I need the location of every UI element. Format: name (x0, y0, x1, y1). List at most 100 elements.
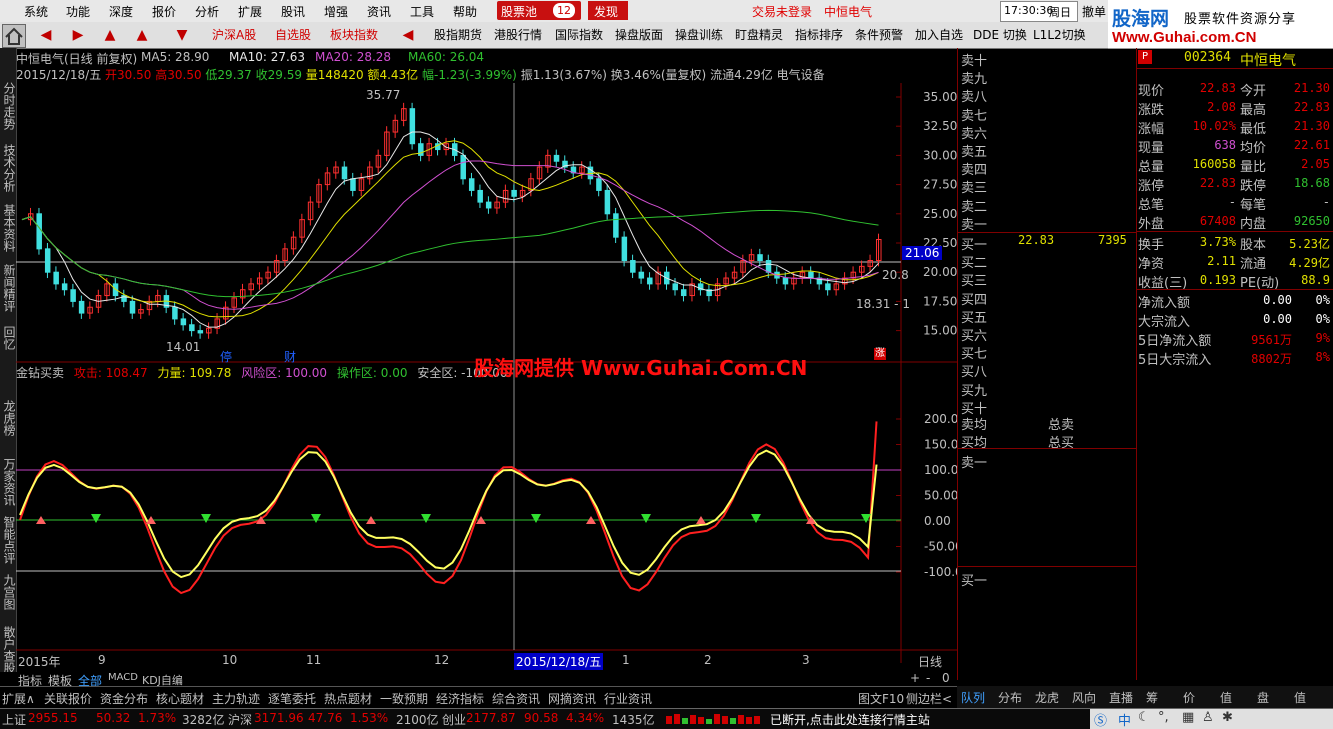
cy-label[interactable]: 创业 (442, 711, 466, 728)
sidebar-toggle[interactable]: 侧边栏< (906, 690, 952, 707)
current-price-label: 21.06 (905, 246, 940, 260)
tab-dragon-tiger[interactable]: 龙虎榜 (1, 400, 16, 436)
right-tab[interactable]: 值 (1220, 689, 1232, 706)
tab-related-quote[interactable]: 关联报价 (44, 690, 92, 707)
chart-area[interactable]: 中恒电气(日线 前复权) MA5: 28.90 MA10: 27.63 MA20… (16, 48, 957, 680)
finance-mark[interactable]: 财 (284, 348, 296, 365)
toolbar-index-futures[interactable]: 股指期货 (434, 26, 482, 44)
menu-stock-news[interactable]: 股讯 (281, 3, 305, 20)
tab-main-force[interactable]: 主力轨迹 (212, 690, 260, 707)
left-arrow-icon[interactable]: ◀ (398, 25, 418, 45)
zoom-reset-button[interactable]: 0 (942, 671, 950, 685)
f10-button[interactable]: 图文F10 (858, 690, 904, 707)
menu-help[interactable]: 帮助 (453, 3, 477, 20)
buy-level-label: 买八 (961, 365, 988, 381)
toolbar-hk[interactable]: 港股行情 (494, 26, 542, 44)
indicator-name[interactable]: 金钻买卖 (16, 366, 64, 380)
menu-system[interactable]: 系统 (24, 3, 48, 20)
right-tab[interactable]: 筹 (1146, 689, 1158, 706)
tray-keyboard-icon[interactable]: ▦ (1182, 710, 1194, 725)
menu-tools[interactable]: 工具 (410, 3, 434, 20)
toolbar-l1l2[interactable]: L1L2切换 (1033, 26, 1086, 44)
tab-composite-info[interactable]: 综合资讯 (492, 690, 540, 707)
tab-web-digest[interactable]: 网摘资讯 (548, 690, 596, 707)
tab-hot-theme[interactable]: 热点题材 (324, 690, 372, 707)
date-label-2: 2 (704, 653, 712, 667)
right-tab[interactable]: 直播 (1109, 689, 1133, 706)
candle-body (604, 189, 611, 215)
tab-extend[interactable]: 扩展∧ (2, 690, 35, 707)
menu-depth[interactable]: 深度 (109, 3, 133, 20)
toolbar-dde[interactable]: DDE 切换 (973, 26, 1027, 44)
stock-name: 中恒电气 (1240, 53, 1296, 69)
tab-news-review[interactable]: 新闻精评 (1, 264, 16, 312)
menu-info[interactable]: 资讯 (367, 3, 391, 20)
tab-wanjia-info[interactable]: 万家资讯 (1, 458, 16, 506)
sh-label[interactable]: 上证 (2, 711, 26, 728)
stock-pool-button[interactable]: 股票池 12 (497, 1, 581, 20)
toolbar-intl-index[interactable]: 国际指数 (555, 26, 603, 44)
hs-label[interactable]: 沪深 (228, 711, 252, 728)
toolbar-training[interactable]: 操盘训练 (675, 26, 723, 44)
connection-message[interactable]: 已断开,点击此处连接行情主站 (770, 711, 930, 728)
tab-core-theme[interactable]: 核心题材 (156, 690, 204, 707)
tray-moon-icon[interactable]: ☾ (1138, 710, 1150, 725)
ma60-line (21, 209, 879, 298)
tray-zh-icon[interactable]: 中 (1118, 710, 1131, 729)
tray-settings-icon[interactable]: ✱ (1222, 710, 1233, 725)
up-arrow2-icon[interactable]: ▲ (132, 25, 152, 45)
indicator-attack: 攻击: 108.47 (73, 366, 148, 380)
up-arrow-icon[interactable]: ▲ (100, 25, 120, 45)
zoom-in-button[interactable]: + (910, 671, 920, 685)
tray-user-icon[interactable]: ♙ (1202, 710, 1214, 725)
right-tab[interactable]: 风向 (1072, 689, 1096, 706)
right-tab[interactable]: 值 (1294, 689, 1306, 706)
right-tab[interactable]: 分布 (998, 689, 1022, 706)
cancel-order-menu[interactable]: 撤单 (1082, 3, 1106, 20)
tab-consensus[interactable]: 一致预期 (380, 690, 428, 707)
right-tab[interactable]: 龙虎 (1035, 689, 1059, 706)
zoom-out-button[interactable]: - (926, 671, 930, 685)
tray-comma-icon[interactable]: °, (1158, 710, 1169, 725)
tab-technical[interactable]: 技术分析 (1, 144, 16, 192)
toolbar-shsz-a[interactable]: 沪深A股 (212, 26, 256, 44)
indicator-header: 金钻买卖 攻击: 108.47 力量: 109.78 风险区: 100.00 操… (16, 364, 508, 381)
menu-function[interactable]: 功能 (66, 3, 90, 20)
tab-fund-dist[interactable]: 资金分布 (100, 690, 148, 707)
tab-retail-query[interactable]: 散户查股 (1, 626, 16, 674)
toolbar-sector-index[interactable]: 板块指数 (330, 26, 378, 44)
menu-extend[interactable]: 扩展 (238, 3, 262, 20)
right-tab[interactable]: 队列 (961, 689, 985, 706)
tab-industry[interactable]: 行业资讯 (604, 690, 652, 707)
tab-memory[interactable]: 回忆 (1, 326, 16, 350)
login-status[interactable]: 交易未登录 (752, 3, 812, 20)
tab-nine-grid[interactable]: 九宫图 (1, 574, 16, 610)
home-button[interactable] (2, 24, 26, 48)
menu-analysis[interactable]: 分析 (195, 3, 219, 20)
forward-arrow-icon[interactable]: ▶ (68, 25, 88, 45)
toolbar-alert[interactable]: 条件预警 (855, 26, 903, 44)
right-tab[interactable]: 价 (1183, 689, 1195, 706)
discover-button[interactable]: 发现 (588, 1, 628, 20)
toolbar-layout[interactable]: 操盘版面 (615, 26, 663, 44)
back-arrow-icon[interactable]: ◀ (36, 25, 56, 45)
tab-fundamentals[interactable]: 基本资料 (1, 204, 16, 252)
flow-value: 0.00 (1263, 312, 1292, 326)
tab-order-detail[interactable]: 逐笔委托 (268, 690, 316, 707)
suspend-mark[interactable]: 停 (220, 348, 232, 365)
toolbar-watchlist[interactable]: 自选股 (275, 26, 311, 44)
down-arrow-icon[interactable]: ▼ (172, 25, 192, 45)
period-label[interactable]: 日线 (918, 653, 942, 670)
menu-enhance[interactable]: 增强 (324, 3, 348, 20)
tab-smart-review[interactable]: 智能点评 (1, 516, 16, 564)
toolbar-monitor[interactable]: 盯盘精灵 (735, 26, 783, 44)
date-axis: 2015年 9 10 11 12 2015/12/18/五 1 2 3 日线 (16, 653, 957, 670)
tray-s-icon[interactable]: Ⓢ (1094, 710, 1107, 729)
toolbar-indicator-sort[interactable]: 指标排序 (795, 26, 843, 44)
tab-timeshare[interactable]: 分时走势 (1, 82, 16, 130)
tab-macd[interactable]: MACD (108, 672, 138, 683)
tab-economy[interactable]: 经济指标 (436, 690, 484, 707)
toolbar-add-watch[interactable]: 加入自选 (915, 26, 963, 44)
right-tab[interactable]: 盘 (1257, 689, 1269, 706)
menu-quote[interactable]: 报价 (152, 3, 176, 20)
